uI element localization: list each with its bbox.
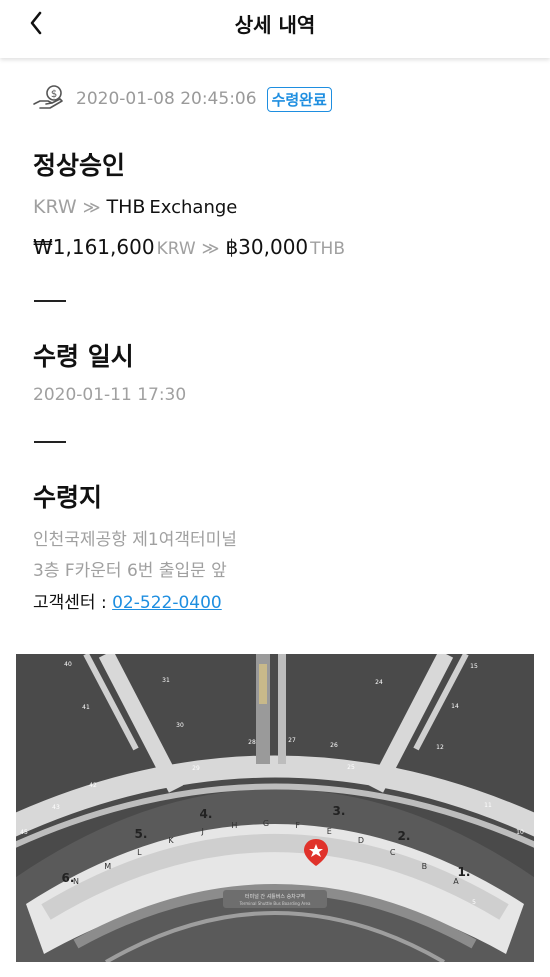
gate-label: 10 (516, 829, 524, 836)
gate-label: 5 (472, 899, 476, 906)
to-currency: THB (106, 196, 146, 218)
gate-label: 42 (89, 782, 97, 789)
app-header: 상세 내역 (0, 0, 550, 58)
pickup-time-title: 수령 일시 (33, 342, 134, 371)
exchange-word: Exchange (149, 197, 238, 218)
shuttle-label-en: Terminal Shuttle Bus Boarding Area (239, 901, 311, 906)
gate-label: 26 (330, 742, 338, 749)
gate-label: 15 (470, 663, 478, 670)
page-title: 상세 내역 (234, 13, 316, 37)
gate-label: 41 (82, 704, 90, 711)
counter-label: B (422, 862, 428, 871)
counter-label: L (137, 848, 142, 857)
contact-row: 고객센터 : 02-522-0400 (33, 588, 222, 613)
gate-label: 24 (375, 679, 383, 686)
counter-label: C (390, 848, 396, 857)
divider (34, 441, 66, 443)
counter-label: N (73, 877, 79, 886)
from-currency: KRW (33, 196, 77, 218)
counter-label: D (358, 836, 364, 845)
gate-label: 31 (162, 677, 170, 684)
gate-label: 28 (248, 739, 256, 746)
section-number: 2. (398, 829, 411, 843)
order-datetime: 2020-01-08 20:45:06 (76, 89, 257, 109)
gate-label: 30 (176, 722, 184, 729)
section-number: 1. (458, 865, 471, 879)
divider (34, 300, 66, 302)
counter-label: G (263, 819, 269, 828)
gate-label: 12 (436, 744, 444, 751)
counter-label: F (295, 821, 300, 830)
gate-label: 25 (347, 764, 355, 771)
counter-label: K (168, 836, 174, 845)
pickup-place-title: 수령지 (33, 483, 103, 512)
gate-label: 14 (451, 703, 459, 710)
to-amount: ฿30,000 (225, 235, 309, 259)
pickup-place-line1: 인천국제공항 제1여객터미널 (33, 530, 237, 550)
section-number: 5. (135, 827, 148, 841)
gate-label: 27 (288, 737, 296, 744)
terminal-map[interactable]: 5 10 11 12 14 15 24 25 26 27 28 29 30 31 40 41 42 43 45 1. 2… (16, 654, 534, 962)
gate-label: 45 (20, 829, 28, 836)
from-amount: ₩1,161,600 (33, 235, 155, 259)
arrow-icon: ≫ (82, 198, 101, 218)
approval-title: 정상승인 (33, 151, 126, 180)
counter-label: H (231, 821, 237, 830)
shuttle-label: 터미널 간 셔틀버스 승차구역 (245, 893, 305, 900)
arrow-icon: ≫ (201, 239, 220, 259)
section-number: 3. (333, 804, 346, 818)
pickup-time-value: 2020-01-11 17:30 (33, 385, 187, 405)
gate-label: 43 (52, 804, 60, 811)
gate-label: 40 (64, 661, 72, 668)
contact-phone-link[interactable]: 02-522-0400 (112, 593, 222, 613)
gate-label: 11 (484, 802, 492, 809)
counter-label: E (327, 827, 332, 836)
order-meta-row: $ 2020-01-08 20:45:06 수령완료 (32, 84, 332, 114)
amount-row: ₩1,161,600 KRW ≫ ฿30,000 THB (33, 235, 345, 259)
counter-label: A (453, 877, 459, 886)
status-badge: 수령완료 (266, 86, 332, 112)
to-amount-unit: THB (310, 239, 346, 259)
counter-label: M (104, 862, 111, 871)
svg-text:$: $ (51, 89, 57, 100)
gate-label: 29 (192, 765, 200, 772)
terminal-map-drawing: 5 10 11 12 14 15 24 25 26 27 28 29 30 31 40 41 42 43 45 1. 2… (16, 654, 534, 962)
section-number: 4. (200, 807, 213, 821)
contact-label: 고객센터 : (33, 593, 113, 613)
money-hand-icon: $ (33, 85, 63, 109)
counter-label: J (200, 827, 203, 836)
currency-pair-row: KRW ≫ THB Exchange (33, 196, 237, 218)
pickup-place-line2: 3층 F카운터 6번 출입문 앞 (33, 561, 227, 581)
from-amount-unit: KRW (156, 239, 196, 259)
